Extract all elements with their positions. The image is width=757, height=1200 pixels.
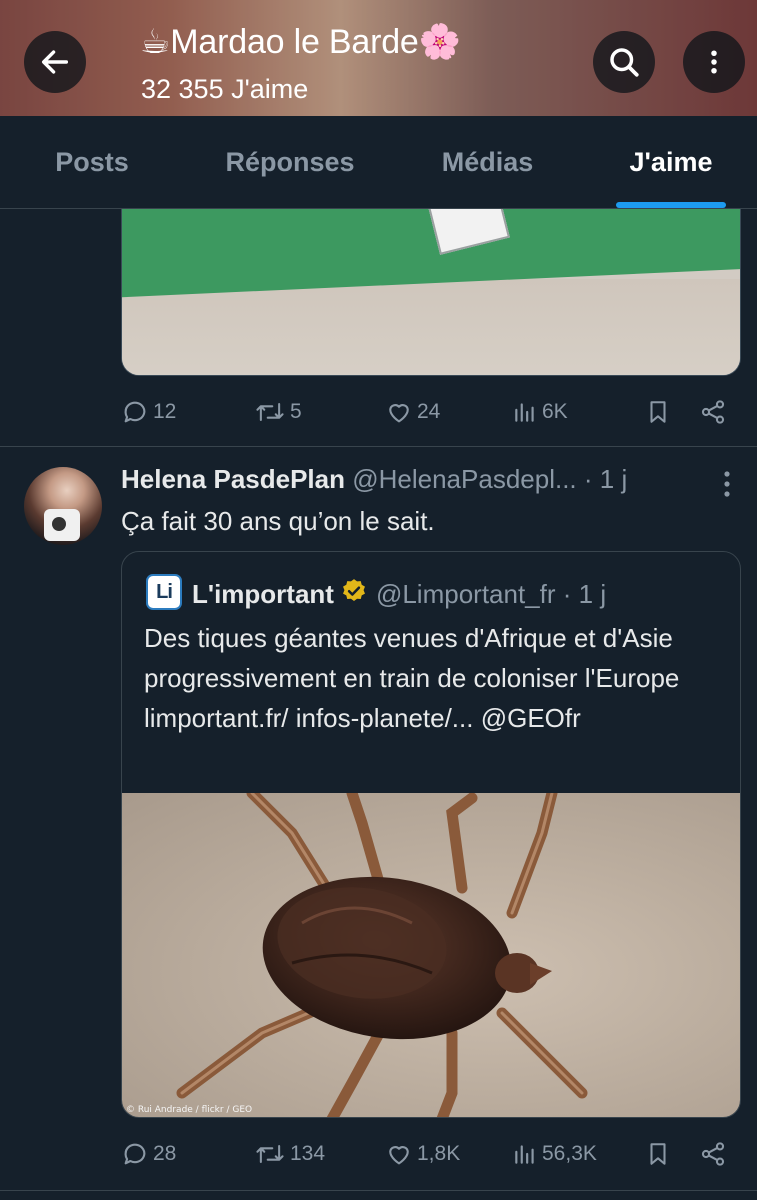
bookmark-button[interactable] (645, 394, 671, 430)
tweet-divider (0, 1190, 757, 1191)
views-icon (515, 1145, 534, 1164)
like-count: 24 (417, 400, 441, 423)
avatar[interactable] (24, 467, 102, 545)
image-credit: © Rui Andrade / flickr / GEO (126, 1105, 253, 1115)
tab-posts[interactable]: Posts (22, 116, 162, 209)
likes-count: 32 355 J'aime (141, 74, 309, 104)
tweet-media-image[interactable] (121, 209, 741, 376)
tweet-more-button[interactable] (712, 468, 742, 500)
profile-tabs: Posts Réponses Médias J'aime (0, 116, 757, 209)
tweet-text: Ça fait 30 ans qu’on le sait. (121, 506, 435, 536)
views-icon (515, 403, 534, 422)
share-icon (701, 400, 725, 424)
share-icon (701, 1142, 725, 1166)
quote-avatar: Li (146, 574, 182, 610)
tab-media[interactable]: Médias (415, 116, 560, 209)
retweet-icon (256, 402, 284, 422)
author-handle[interactable]: @HelenaPasdepl... (352, 464, 576, 494)
search-icon (610, 48, 639, 77)
quote-text: Des tiques géantes venues d'Afrique et d… (144, 623, 680, 733)
reply-count: 12 (153, 400, 177, 423)
retweet-button[interactable]: 5 (254, 394, 302, 430)
retweet-count: 134 (290, 1142, 326, 1165)
tweet-time[interactable]: · 1 j (584, 464, 627, 494)
tab-replies[interactable]: Réponses (200, 116, 380, 209)
bookmark-icon (650, 401, 666, 423)
retweet-icon (256, 1144, 284, 1164)
back-button[interactable] (24, 31, 86, 93)
tweet-actions: 12 5 24 6K (121, 394, 741, 430)
views-count: 6K (542, 400, 568, 423)
like-count: 1,8K (417, 1142, 461, 1165)
retweet-count: 5 (290, 400, 302, 423)
views-count: 56,3K (542, 1142, 597, 1165)
like-button[interactable]: 24 (385, 394, 440, 430)
quote-author-line: L'important @Limportant_fr · 1 j (192, 576, 606, 612)
bookmark-icon (650, 1143, 666, 1165)
views-button[interactable]: 56,3K (512, 1136, 597, 1172)
tweet-author-line: Helena PasdePlan @HelenaPasdepl... · 1 j (121, 464, 711, 500)
search-button[interactable] (593, 31, 655, 93)
quote-author-name: L'important (192, 578, 334, 609)
more-options-button[interactable] (683, 31, 745, 93)
tab-likes[interactable]: J'aime (605, 116, 737, 209)
tick-photo[interactable]: © Rui Andrade / flickr / GEO (122, 793, 740, 1117)
quote-author-handle: @Limportant_fr · 1 j (375, 578, 607, 609)
reply-icon (124, 1143, 146, 1165)
reply-count: 28 (153, 1142, 177, 1165)
retweet-button[interactable]: 134 (254, 1136, 325, 1172)
tick-illustration (176, 793, 588, 1117)
reply-icon (124, 401, 146, 423)
reply-button[interactable]: 28 (121, 1136, 176, 1172)
profile-header: ☕Mardao le Barde🌸 32 355 J'aime (0, 0, 757, 116)
verified-badge-icon (340, 577, 368, 612)
tweet-divider (0, 446, 757, 447)
author-name[interactable]: Helena PasdePlan (121, 464, 345, 494)
back-arrow-icon (41, 50, 69, 74)
views-button[interactable]: 6K (512, 394, 568, 430)
like-icon (389, 1146, 409, 1165)
bookmark-button[interactable] (645, 1136, 671, 1172)
like-button[interactable]: 1,8K (385, 1136, 460, 1172)
like-icon (389, 404, 409, 423)
tweet-actions: 28 134 1,8K 56,3K (121, 1136, 741, 1172)
more-vertical-icon (711, 50, 717, 74)
active-tab-indicator (616, 202, 726, 208)
quote-tweet[interactable]: Li L'important @Limportant_fr · 1 j Des … (121, 551, 741, 1118)
reply-button[interactable]: 12 (121, 394, 176, 430)
profile-name: ☕Mardao le Barde🌸 (140, 23, 461, 61)
more-vertical-icon (724, 471, 730, 497)
share-button[interactable] (699, 1136, 727, 1172)
share-button[interactable] (699, 394, 727, 430)
